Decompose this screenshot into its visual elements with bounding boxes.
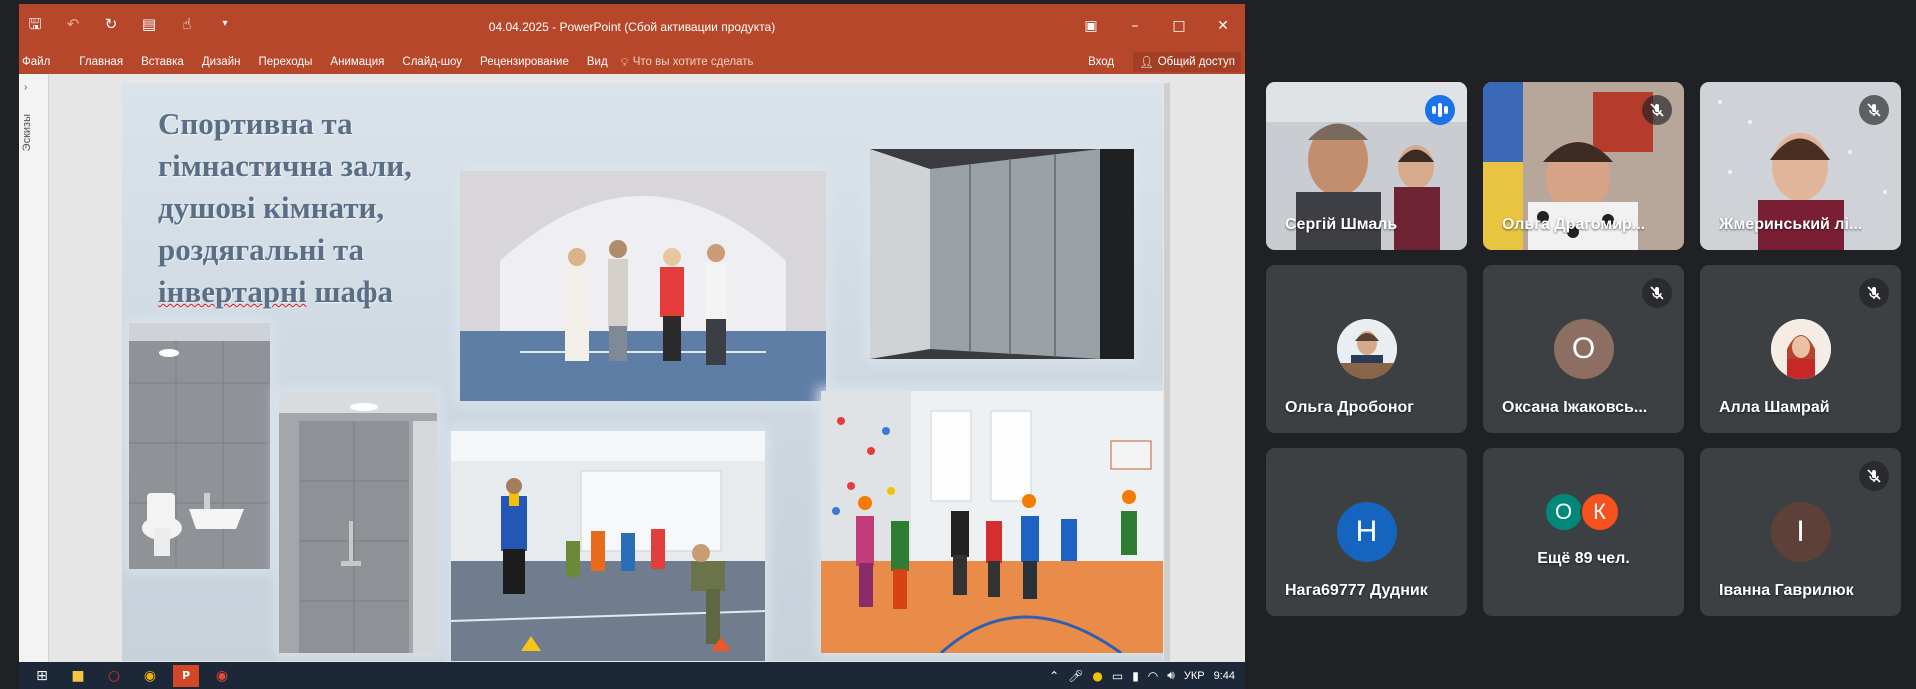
shower-photo xyxy=(279,391,437,653)
mic-off-icon xyxy=(1859,461,1889,491)
participant-name: Нага69777 Дудник xyxy=(1285,582,1428,599)
slide-title-line: Спортивна та xyxy=(158,106,353,141)
chevron-up-icon[interactable]: ⌃ xyxy=(1049,669,1059,683)
microphone-icon[interactable]: 🎤︎ xyxy=(1068,669,1083,683)
person-icon: 👤︎ xyxy=(1139,55,1154,69)
shared-screen: 🖫 ↶ ↻ ▤ ☝ ▾ 04.04.2025 - PowerPoint (Сбо… xyxy=(19,4,1245,689)
participant-tile[interactable]: І Іванна Гаврилюк xyxy=(1700,448,1901,616)
slide-title-line: гімнастична зали, xyxy=(158,148,412,183)
slide-title[interactable]: Спортивна та гімнастична зали, душові кі… xyxy=(158,103,478,313)
participant-tile[interactable]: Н Нага69777 Дудник xyxy=(1266,448,1467,616)
input-language[interactable]: УКР xyxy=(1184,670,1205,682)
gym-people-photo xyxy=(460,171,826,401)
slide-scrollbar[interactable] xyxy=(1164,83,1170,661)
taskbar-clock[interactable]: 9:44 xyxy=(1214,670,1235,682)
wardrobe-photo xyxy=(870,149,1134,359)
windows-start-icon[interactable]: ⊞ xyxy=(29,665,55,687)
speaking-indicator-icon xyxy=(1425,95,1455,125)
file-explorer-icon[interactable]: ■ xyxy=(65,665,91,687)
avatar: К xyxy=(1579,492,1620,532)
minimize-icon[interactable]: – xyxy=(1113,14,1157,38)
opera-icon[interactable]: ○ xyxy=(101,665,127,687)
participant-tile[interactable]: Жмеринський лі... xyxy=(1700,82,1901,250)
tell-me-search[interactable]: 💡︎ Что вы хотите сделать xyxy=(617,55,754,70)
more-participants-avatars: О К xyxy=(1543,492,1620,532)
slide-canvas[interactable]: Спортивна та гімнастична зали, душові кі… xyxy=(122,83,1163,661)
gym-activity-photo xyxy=(451,431,765,661)
bathroom-photo xyxy=(129,323,270,569)
participant-name: Сергій Шмаль xyxy=(1285,216,1398,233)
meet-window: 🖫 ↶ ↻ ▤ ☝ ▾ 04.04.2025 - PowerPoint (Сбо… xyxy=(0,0,1916,689)
thumbnails-label: Эскизы xyxy=(21,114,33,152)
tab-insert[interactable]: Вставка xyxy=(132,56,193,68)
participant-tile[interactable]: Ольга Драгомир... xyxy=(1483,82,1684,250)
ppt-title-bar: 🖫 ↶ ↻ ▤ ☝ ▾ 04.04.2025 - PowerPoint (Сбо… xyxy=(19,4,1245,50)
tab-animations[interactable]: Анимация xyxy=(321,56,393,68)
mic-off-icon xyxy=(1642,95,1672,125)
close-icon[interactable]: ✕ xyxy=(1201,14,1245,38)
sync-icon[interactable]: ● xyxy=(1092,669,1102,683)
avatar xyxy=(1770,319,1831,379)
mic-off-icon xyxy=(1859,278,1889,308)
participant-tile[interactable]: Алла Шамрай xyxy=(1700,265,1901,433)
tab-file[interactable]: Файл xyxy=(19,56,70,68)
participant-name: Жмеринський лі... xyxy=(1719,216,1863,233)
participant-name: Іванна Гаврилюк xyxy=(1719,582,1854,599)
avatar: Н xyxy=(1336,502,1397,562)
tab-slideshow[interactable]: Слайд-шоу xyxy=(393,56,471,68)
avatar: І xyxy=(1770,502,1831,562)
participant-name: Алла Шамрай xyxy=(1719,399,1830,416)
volume-icon[interactable]: 🔊︎ xyxy=(1167,668,1175,683)
ppt-workspace: › Эскизы Спортивна та гімнастична зали, … xyxy=(19,74,1245,662)
lightbulb-icon: 💡︎ xyxy=(620,54,629,69)
mic-off-icon xyxy=(1859,95,1889,125)
ribbon-right: Вход 👤︎ Общий доступ xyxy=(1079,50,1241,74)
battery-icon[interactable]: ▮ xyxy=(1132,669,1139,683)
avatar xyxy=(1336,319,1397,379)
chrome-icon-2[interactable]: ◉ xyxy=(209,665,235,687)
window-title: 04.04.2025 - PowerPoint (Сбой активации … xyxy=(488,20,776,34)
system-tray: ⌃ 🎤︎ ● ▭ ▮ ◠ 🔊︎ УКР 9:44 xyxy=(1049,662,1235,689)
avatar: О xyxy=(1553,319,1614,379)
slide-title-line: роздягальні та xyxy=(158,232,365,267)
participant-name: Ольга Драгомир... xyxy=(1502,216,1646,233)
slide-title-line: інвертарні шафа xyxy=(158,271,478,313)
slide-title-line: душові кімнати, xyxy=(158,190,385,225)
sign-in-link[interactable]: Вход xyxy=(1079,56,1123,68)
participant-name: Ольга Дробоног xyxy=(1285,399,1414,416)
expand-thumbnails-icon[interactable]: › xyxy=(24,82,27,93)
misspelled-word: інвертарні xyxy=(158,274,307,309)
tell-me-label: Что вы хотите сделать xyxy=(632,56,754,68)
more-participants-label: Ещё 89 чел. xyxy=(1537,550,1630,567)
climbing-gym-photo xyxy=(821,391,1163,653)
share-label: Общий доступ xyxy=(1157,56,1235,68)
tab-design[interactable]: Дизайн xyxy=(193,56,250,68)
ribbon-display-icon[interactable]: ▣ xyxy=(1069,14,1113,38)
tab-review[interactable]: Рецензирование xyxy=(471,56,578,68)
monitor-icon[interactable]: ▭ xyxy=(1112,669,1123,683)
mic-off-icon xyxy=(1642,278,1672,308)
chrome-icon[interactable]: ◉ xyxy=(137,665,163,687)
participant-tile[interactable]: Ольга Дробоног xyxy=(1266,265,1467,433)
wifi-icon[interactable]: ◠ xyxy=(1148,669,1158,683)
participant-tile[interactable]: Сергій Шмаль xyxy=(1266,82,1467,250)
maximize-icon[interactable]: □ xyxy=(1157,14,1201,38)
more-participants-tile[interactable]: О К Ещё 89 чел. xyxy=(1483,448,1684,616)
tab-transitions[interactable]: Переходы xyxy=(249,56,321,68)
tab-view[interactable]: Вид xyxy=(578,56,617,68)
powerpoint-icon[interactable]: P xyxy=(173,664,199,687)
participant-tile[interactable]: О Оксана Іжаковсь... xyxy=(1483,265,1684,433)
slide-title-word: шафа xyxy=(314,274,394,309)
ribbon-tabs: Файл Главная Вставка Дизайн Переходы Ани… xyxy=(19,50,1245,74)
thumbnails-pane[interactable]: › Эскизы xyxy=(19,74,49,662)
tab-home[interactable]: Главная xyxy=(70,56,132,68)
window-controls: ▣ – □ ✕ xyxy=(1069,14,1245,38)
avatar: О xyxy=(1543,492,1584,532)
share-button[interactable]: 👤︎ Общий доступ xyxy=(1133,52,1241,72)
windows-taskbar: ⊞ ■ ○ ◉ P ◉ ⌃ 🎤︎ ● ▭ ▮ ◠ 🔊︎ УКР 9:44 xyxy=(19,662,1245,689)
participant-name: Оксана Іжаковсь... xyxy=(1502,399,1648,416)
